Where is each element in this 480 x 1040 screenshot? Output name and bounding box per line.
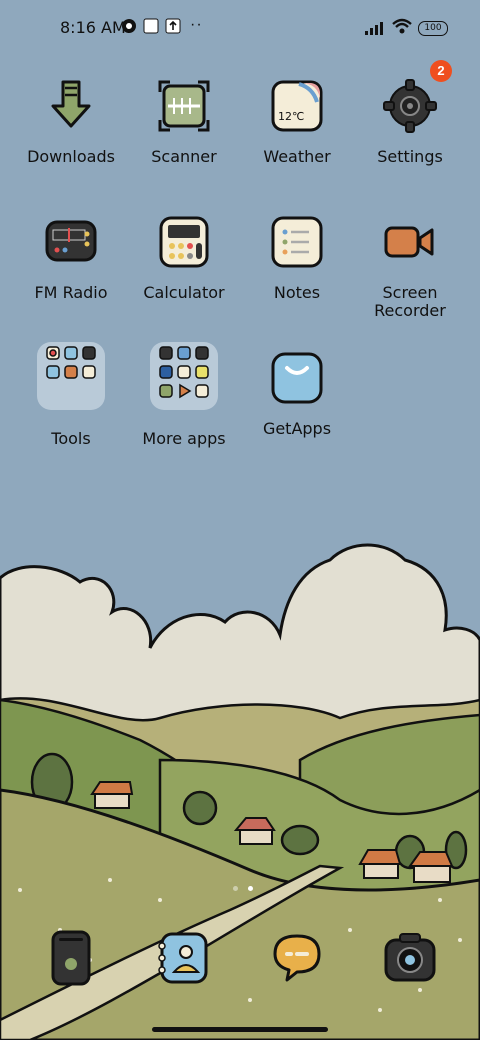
app-screen-recorder[interactable]: Screen Recorder (354, 214, 466, 320)
app-settings[interactable]: Settings (354, 78, 466, 166)
folder-icon (150, 342, 218, 410)
radio-icon (43, 214, 99, 270)
folder-more-apps[interactable]: More apps (128, 342, 240, 448)
notes-icon (269, 214, 325, 270)
page-indicator[interactable] (228, 878, 258, 896)
dock-camera[interactable] (382, 930, 438, 986)
app-label: Weather (263, 147, 331, 166)
dock-contacts[interactable] (156, 930, 212, 986)
clock: 8:16 AM (60, 18, 126, 37)
contacts-icon (158, 932, 208, 984)
gesture-handle[interactable] (152, 1027, 328, 1032)
folder-tools[interactable]: Tools (15, 342, 127, 448)
app-label: Screen Recorder (374, 283, 446, 320)
page-dot (233, 886, 238, 891)
weather-temp: 12℃ (278, 110, 304, 123)
app-downloads[interactable]: Downloads (15, 78, 127, 166)
app-calculator[interactable]: Calculator (128, 214, 240, 302)
signal-icon (364, 20, 386, 41)
folder-icon (37, 342, 105, 410)
status-bar: 8:16 AM ·· 100 (0, 0, 480, 56)
upload-icon (165, 18, 181, 39)
app-label: GetApps (262, 419, 332, 438)
app-label: Downloads (27, 147, 115, 166)
battery-indicator: 100 (418, 21, 448, 36)
weather-icon: 12℃ (269, 78, 325, 134)
app-label: Notes (273, 283, 321, 302)
app-weather[interactable]: 12℃ Weather (241, 78, 353, 166)
page-dot-active (248, 886, 253, 891)
app-label: More apps (142, 429, 226, 448)
more-notifications-icon: ·· (190, 16, 203, 33)
app-label: Settings (377, 147, 443, 166)
app-notification-icon (121, 18, 137, 39)
phone-icon (51, 930, 91, 986)
dock-phone[interactable] (43, 930, 99, 986)
app-fm-radio[interactable]: FM Radio (15, 214, 127, 302)
app-scanner[interactable]: Scanner (128, 78, 240, 166)
app-notes[interactable]: Notes (241, 214, 353, 302)
app-label: Calculator (143, 283, 225, 302)
gear-icon (382, 78, 438, 134)
dock-messages[interactable] (269, 930, 325, 986)
calculator-icon (156, 214, 212, 270)
video-camera-icon (382, 214, 438, 270)
app-label: Tools (51, 429, 91, 448)
app-getapps[interactable]: GetApps (241, 350, 353, 438)
shopping-bag-icon (269, 350, 325, 406)
scanner-icon (156, 78, 212, 134)
wifi-icon (391, 17, 413, 40)
camera-icon (384, 933, 436, 982)
message-bubble-icon (273, 934, 321, 982)
notification-badge: 2 (430, 60, 452, 82)
downloads-icon (43, 78, 99, 134)
app-label: Scanner (151, 147, 217, 166)
app-label: FM Radio (34, 283, 108, 302)
notification-square-icon (143, 18, 159, 39)
